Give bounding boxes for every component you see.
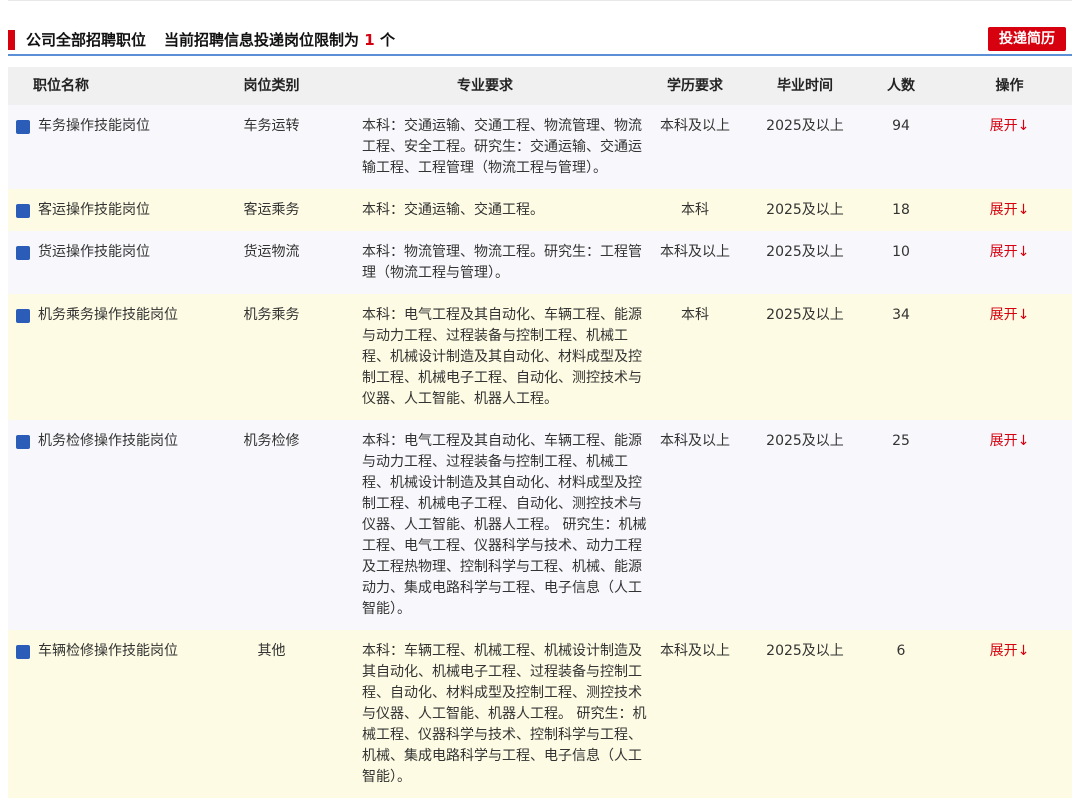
- cell-count: 10: [892, 244, 910, 260]
- major-text: 本科：交通运输、交通工程、物流管理、物流工程、安全工程。研究生：交通运输、交通运…: [362, 118, 642, 176]
- title-note-prefix: 当前招聘信息投递岗位限制为: [164, 31, 360, 49]
- cell-name[interactable]: 货运操作技能岗位: [8, 231, 208, 294]
- cell-education: 本科及以上: [660, 118, 730, 134]
- cell-count: 34: [892, 307, 910, 323]
- cell-education: 本科: [681, 202, 709, 218]
- major-text: 本科：物流管理、物流工程。研究生：工程管理（物流工程与管理）。: [362, 244, 642, 281]
- cell-graduation: 2025及以上: [766, 643, 844, 659]
- expand-link[interactable]: 展开↓: [990, 118, 1030, 134]
- expand-link[interactable]: 展开↓: [990, 433, 1030, 449]
- position-name[interactable]: 机务检修操作技能岗位: [38, 431, 178, 452]
- cell-name[interactable]: 机务乘务操作技能岗位: [8, 294, 208, 420]
- cell-name[interactable]: 客运操作技能岗位: [8, 189, 208, 231]
- apply-resume-button[interactable]: 投递简历: [988, 27, 1066, 51]
- col-header-name: 职位名称: [33, 78, 89, 94]
- cell-action: 展开↓: [947, 189, 1072, 231]
- expand-link[interactable]: 展开↓: [990, 244, 1030, 260]
- cell-name[interactable]: 机务检修操作技能岗位: [8, 420, 208, 630]
- cell-graduation: 2025及以上: [766, 244, 844, 260]
- blue-square-icon: [16, 120, 30, 134]
- table-row: 货运操作技能岗位 货运物流 本科：物流管理、物流工程。研究生：工程管理（物流工程…: [8, 231, 1072, 294]
- table-row: 车辆检修操作技能岗位 其他 本科：车辆工程、机械工程、机械设计制造及其自动化、机…: [8, 630, 1072, 798]
- cell-major: 本科：电气工程及其自动化、车辆工程、能源与动力工程、过程装备与控制工程、机械工程…: [335, 420, 646, 630]
- cell-type: 机务检修: [243, 433, 300, 449]
- title-note-suffix: 个: [379, 31, 395, 49]
- table-row: 客运操作技能岗位 客运乘务 本科：交通运输、交通工程。 本科 2025及以上 1…: [8, 189, 1072, 231]
- cell-graduation: 2025及以上: [766, 433, 844, 449]
- cell-action: 展开↓: [947, 105, 1072, 189]
- col-header-action: 操作: [995, 78, 1024, 94]
- cell-graduation: 2025及以上: [766, 118, 844, 134]
- cell-major: 本科：电气工程及其自动化、车辆工程、能源与动力工程、过程装备与控制工程、机械工程…: [335, 294, 642, 420]
- cell-action: 展开↓: [947, 630, 1072, 798]
- title-limit-count: 1: [364, 31, 375, 49]
- cell-action: 展开↓: [947, 231, 1072, 294]
- cell-action: 展开↓: [947, 420, 1072, 630]
- cell-major: 本科：物流管理、物流工程。研究生：工程管理（物流工程与管理）。: [335, 231, 642, 294]
- expand-link[interactable]: 展开↓: [990, 202, 1030, 218]
- expand-link[interactable]: 展开↓: [990, 307, 1030, 323]
- position-name[interactable]: 机务乘务操作技能岗位: [38, 305, 178, 326]
- expand-link[interactable]: 展开↓: [990, 643, 1030, 659]
- title-main: 公司全部招聘职位: [26, 31, 147, 49]
- section-header: 公司全部招聘职位 当前招聘信息投递岗位限制为 1 个 投递简历: [8, 24, 1072, 56]
- cell-major: 本科：车辆工程、机械工程、机械设计制造及其自动化、机械电子工程、过程装备与控制工…: [335, 630, 646, 798]
- table-row: 机务乘务操作技能岗位 机务乘务 本科：电气工程及其自动化、车辆工程、能源与动力工…: [8, 294, 1072, 420]
- table-header: 职位名称 岗位类别 专业要求 学历要求 毕业时间 人数 操作: [8, 67, 1072, 105]
- cell-name[interactable]: 车务操作技能岗位: [8, 105, 208, 189]
- cell-type: 机务乘务: [243, 307, 300, 323]
- major-text: 本科：交通运输、交通工程。: [362, 202, 544, 218]
- cell-major: 本科：交通运输、交通工程、物流管理、物流工程、安全工程。研究生：交通运输、交通运…: [335, 105, 642, 189]
- major-text: 本科：车辆工程、机械工程、机械设计制造及其自动化、机械电子工程、过程装备与控制工…: [362, 643, 647, 785]
- cell-count: 18: [892, 202, 910, 218]
- major-text: 本科：电气工程及其自动化、车辆工程、能源与动力工程、过程装备与控制工程、机械工程…: [362, 433, 647, 617]
- cell-type: 车务运转: [243, 118, 300, 134]
- cell-name[interactable]: 车辆检修操作技能岗位: [8, 630, 208, 798]
- positions-table: 职位名称 岗位类别 专业要求 学历要求 毕业时间 人数 操作 车务操作技能岗位 …: [8, 67, 1072, 798]
- cell-type: 客运乘务: [243, 202, 300, 218]
- cell-education: 本科及以上: [660, 643, 730, 659]
- table-row: 机务检修操作技能岗位 机务检修 本科：电气工程及其自动化、车辆工程、能源与动力工…: [8, 420, 1072, 630]
- cell-count: 25: [892, 433, 910, 449]
- blue-square-icon: [16, 309, 30, 323]
- col-header-education: 学历要求: [667, 78, 723, 94]
- cell-action: 展开↓: [947, 294, 1072, 420]
- position-name[interactable]: 货运操作技能岗位: [38, 242, 150, 263]
- major-text: 本科：电气工程及其自动化、车辆工程、能源与动力工程、过程装备与控制工程、机械工程…: [362, 307, 642, 407]
- top-divider: [8, 0, 1072, 2]
- position-name[interactable]: 车务操作技能岗位: [38, 116, 150, 137]
- blue-square-icon: [16, 435, 30, 449]
- cell-graduation: 2025及以上: [766, 202, 844, 218]
- cell-education: 本科及以上: [660, 244, 730, 260]
- blue-square-icon: [16, 246, 30, 260]
- cell-type: 货运物流: [243, 244, 300, 260]
- blue-square-icon: [16, 204, 30, 218]
- cell-education: 本科: [681, 307, 709, 323]
- col-header-count: 人数: [887, 78, 915, 94]
- section-title: 公司全部招聘职位 当前招聘信息投递岗位限制为 1 个: [26, 30, 395, 50]
- col-header-type: 岗位类别: [243, 78, 300, 94]
- cell-type: 其他: [257, 643, 286, 659]
- col-header-graduation: 毕业时间: [777, 78, 833, 94]
- cell-major: 本科：交通运输、交通工程。: [335, 189, 635, 231]
- cell-count: 6: [896, 643, 906, 659]
- red-accent-bar: [8, 30, 15, 50]
- cell-count: 94: [892, 118, 910, 134]
- cell-education: 本科及以上: [660, 433, 730, 449]
- position-name[interactable]: 客运操作技能岗位: [38, 200, 150, 221]
- position-name[interactable]: 车辆检修操作技能岗位: [38, 641, 178, 662]
- cell-graduation: 2025及以上: [766, 307, 844, 323]
- table-row: 车务操作技能岗位 车务运转 本科：交通运输、交通工程、物流管理、物流工程、安全工…: [8, 105, 1072, 189]
- blue-square-icon: [16, 645, 30, 659]
- col-header-major: 专业要求: [457, 78, 513, 94]
